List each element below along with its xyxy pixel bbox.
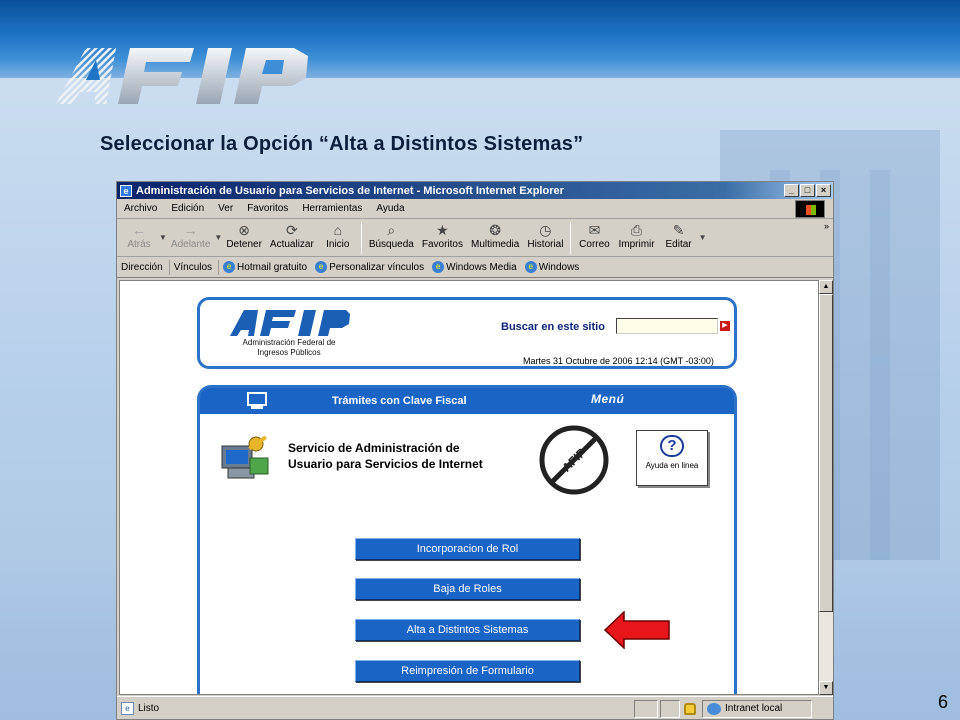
refresh-button[interactable]: ⟳ Actualizar: [266, 219, 318, 250]
link-personalizar[interactable]: e Personalizar vínculos: [311, 261, 428, 273]
online-help-button[interactable]: ? Ayuda en linea: [636, 430, 708, 486]
search-label: Buscar en este sitio: [501, 321, 605, 333]
option-alta-a-distintos-sistemas[interactable]: Alta a Distintos Sistemas: [355, 619, 580, 641]
lock-icon: [684, 702, 696, 715]
mail-button[interactable]: ✉ Correo: [574, 219, 614, 250]
page-header: Administración Federal de Ingresos Públi…: [197, 297, 737, 369]
address-label[interactable]: Dirección: [117, 259, 170, 275]
scroll-down-icon[interactable]: ▼: [819, 681, 833, 695]
edit-dropdown-icon[interactable]: ▼: [699, 233, 707, 242]
print-icon: ⎙: [630, 222, 643, 238]
menu-label[interactable]: Menú: [591, 392, 624, 406]
option-incorporacion-de-rol[interactable]: Incorporacion de Rol: [355, 538, 580, 560]
scroll-thumb[interactable]: [819, 294, 833, 612]
option-baja-de-roles[interactable]: Baja de Roles: [355, 578, 580, 600]
stop-icon: ⊗: [238, 222, 250, 238]
red-arrow-icon: [604, 611, 670, 649]
vertical-scrollbar[interactable]: ▲ ▼: [819, 280, 833, 695]
home-button[interactable]: ⌂ Inicio: [318, 219, 358, 250]
toolbar-separator: [360, 222, 362, 254]
close-button[interactable]: ×: [816, 184, 831, 197]
history-button[interactable]: ◷ Historial: [523, 219, 567, 250]
key-computer-icon: [221, 435, 269, 479]
refresh-icon: ⟳: [285, 222, 298, 238]
menu-ayuda[interactable]: Ayuda: [369, 203, 411, 214]
history-icon: ◷: [539, 222, 552, 238]
search-go-button[interactable]: ▶: [720, 321, 730, 331]
toolbar-overflow-icon[interactable]: »: [824, 221, 829, 231]
favorites-icon: ★: [436, 222, 449, 238]
ie-page-icon: e: [315, 261, 328, 273]
globe-icon: [707, 702, 721, 715]
status-bar: e Listo Intranet local: [117, 696, 833, 719]
status-cell: [660, 699, 680, 718]
link-windows[interactable]: e Windows: [521, 261, 584, 273]
links-bar: Dirección Vínculos e Hotmail gratuito e Pe…: [117, 257, 833, 278]
back-dropdown-icon[interactable]: ▼: [159, 233, 167, 242]
search-icon: ⌕: [387, 222, 396, 238]
forward-arrow-icon: →: [183, 222, 198, 238]
slide-title: Seleccionar la Opción “Alta a Distintos …: [100, 133, 584, 155]
multimedia-icon: ❂: [489, 222, 502, 238]
panel-header: Trámites con Clave Fiscal Menú: [200, 388, 734, 414]
computer-monitor-icon: [247, 392, 267, 409]
mail-icon: ✉: [588, 222, 601, 238]
home-icon: ⌂: [333, 222, 343, 238]
menu-favoritos[interactable]: Favoritos: [240, 203, 295, 214]
menu-herramientas[interactable]: Herramientas: [295, 203, 369, 214]
date-time: Martes 31 Octubre de 2006 12:14 (GMT -03…: [523, 356, 714, 366]
toolbar-separator: [570, 222, 572, 254]
minimize-button[interactable]: _: [784, 184, 799, 197]
browser-title-bar[interactable]: e Administración de Usuario para Servici…: [117, 182, 833, 199]
page-status-icon: e: [121, 702, 134, 715]
print-button[interactable]: ⎙ Imprimir: [614, 219, 658, 250]
favorites-button[interactable]: ★ Favoritos: [418, 219, 467, 250]
forward-button[interactable]: → Adelante: [167, 219, 214, 250]
status-cell: [634, 699, 658, 718]
ie-page-icon: e: [524, 261, 537, 273]
service-title: Servicio de Administración de Usuario pa…: [288, 441, 483, 471]
forward-dropdown-icon[interactable]: ▼: [214, 233, 222, 242]
site-search-input[interactable]: [616, 318, 718, 334]
links-label[interactable]: Vínculos: [170, 259, 220, 275]
windows-logo-icon: [795, 200, 825, 218]
search-button[interactable]: ⌕ Búsqueda: [365, 219, 418, 250]
link-windows-media[interactable]: e Windows Media: [428, 261, 521, 273]
back-arrow-icon: ←: [132, 222, 146, 238]
back-button[interactable]: ← Atrás: [119, 219, 159, 250]
option-reimpresion-de-formulario[interactable]: Reimpresión de Formulario: [355, 660, 580, 682]
menu-ver[interactable]: Ver: [211, 203, 240, 214]
menu-bar: Archivo Edición Ver Favoritos Herramient…: [117, 199, 833, 219]
ie-icon: e: [120, 184, 132, 197]
browser-title: Administración de Usuario para Servicios…: [136, 184, 564, 197]
afip-secure-site-seal-icon: AFIP: [539, 425, 609, 495]
scroll-up-icon[interactable]: ▲: [819, 280, 833, 294]
multimedia-button[interactable]: ❂ Multimedia: [467, 219, 523, 250]
menu-archivo[interactable]: Archivo: [117, 203, 164, 214]
browser-window: e Administración de Usuario para Servici…: [116, 181, 834, 720]
menu-edicion[interactable]: Edición: [164, 203, 211, 214]
edit-icon: ✎: [672, 222, 685, 238]
edit-button[interactable]: ✎ Editar: [659, 219, 699, 250]
page-viewport: Administración Federal de Ingresos Públi…: [119, 280, 819, 695]
toolbar: ← Atrás ▼ → Adelante ▼ ⊗ Detener ⟳ Actualiza…: [117, 219, 833, 257]
panel-title: Trámites con Clave Fiscal: [332, 395, 467, 407]
afip-logo-image: [56, 48, 308, 104]
link-hotmail[interactable]: e Hotmail gratuito: [219, 261, 311, 273]
org-name: Administración Federal de Ingresos Públi…: [242, 338, 336, 357]
afip-page-logo: [230, 310, 350, 336]
status-text: Listo: [138, 703, 160, 714]
security-zone: Intranet local: [702, 699, 812, 718]
question-mark-icon: ?: [660, 435, 684, 457]
ie-page-icon: e: [223, 261, 236, 273]
stop-button[interactable]: ⊗ Detener: [222, 219, 266, 250]
maximize-button[interactable]: □: [800, 184, 815, 197]
slide-page-number: 6: [938, 692, 949, 712]
ie-page-icon: e: [432, 261, 445, 273]
